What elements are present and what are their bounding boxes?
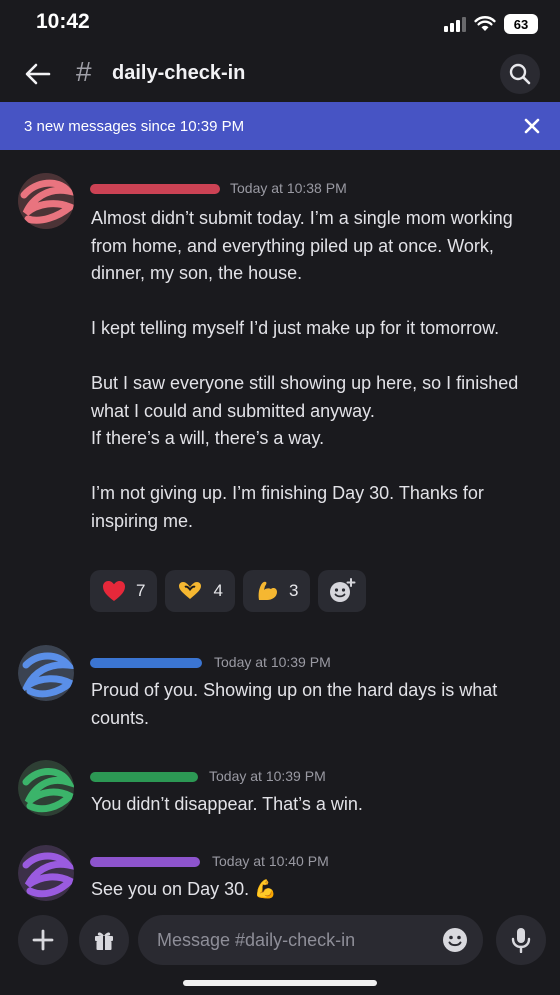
- channel-title[interactable]: daily-check-in: [112, 62, 245, 85]
- avatar[interactable]: [18, 845, 74, 901]
- avatar[interactable]: [18, 645, 74, 701]
- new-messages-text: 3 new messages since 10:39 PM: [24, 118, 245, 135]
- redacted-avatar: [18, 645, 74, 701]
- avatar[interactable]: [18, 760, 74, 816]
- reaction-flexed-biceps[interactable]: 3: [242, 570, 311, 612]
- reaction-count: 7: [136, 581, 146, 600]
- message-input-placeholder: Message #daily-check-in: [157, 930, 356, 950]
- username-redacted[interactable]: [90, 768, 198, 784]
- arrow-left-icon: [25, 63, 51, 85]
- message-item[interactable]: Today at 10:40 PM See you on Day 30. 💪: [0, 845, 560, 905]
- avatar[interactable]: [18, 173, 74, 229]
- username-redacted[interactable]: [90, 853, 200, 869]
- smiley-icon: [443, 928, 467, 952]
- search-icon: [509, 63, 531, 85]
- status-icons: 63: [444, 14, 538, 34]
- battery-icon: 63: [504, 14, 538, 34]
- channel-hash-icon: #: [76, 56, 92, 87]
- message-timestamp: Today at 10:39 PM: [209, 768, 326, 784]
- add-reaction-button[interactable]: [318, 570, 367, 612]
- redacted-avatar: [18, 845, 74, 901]
- voice-message-button[interactable]: [496, 915, 546, 965]
- username-redacted[interactable]: [90, 180, 220, 196]
- cellular-signal-icon: [444, 16, 466, 32]
- home-indicator[interactable]: [183, 980, 377, 986]
- message-item[interactable]: Today at 10:39 PM Proud of you. Showing …: [0, 645, 560, 735]
- message-text: Proud of you. Showing up on the hard day…: [91, 680, 498, 728]
- heart-hands-icon: [179, 582, 202, 599]
- message-item[interactable]: Today at 10:39 PM You didn’t disappear. …: [0, 760, 560, 830]
- add-attachment-button[interactable]: [18, 915, 68, 965]
- message-input[interactable]: Message #daily-check-in: [138, 915, 483, 965]
- reaction-count: 4: [213, 581, 223, 600]
- add-emoji-icon: [330, 578, 356, 602]
- wifi-icon: [474, 16, 496, 31]
- search-button[interactable]: [500, 54, 540, 94]
- close-icon: [524, 118, 540, 134]
- microphone-icon: [511, 928, 531, 953]
- reaction-count: 3: [288, 581, 299, 600]
- message-text: You didn’t disappear. That’s a win.: [91, 794, 363, 814]
- redacted-avatar: [18, 173, 74, 229]
- redacted-avatar: [18, 760, 74, 816]
- flexed-biceps-icon: [258, 581, 277, 600]
- message-text: See you on Day 30. 💪: [91, 879, 277, 899]
- heart-icon: [103, 581, 125, 601]
- back-button[interactable]: [20, 58, 56, 90]
- status-time: 10:42: [36, 10, 90, 33]
- message-item[interactable]: Today at 10:38 PM Almost didn’t submit t…: [0, 170, 560, 610]
- new-messages-banner[interactable]: 3 new messages since 10:39 PM: [0, 102, 560, 150]
- emoji-picker-button[interactable]: [441, 926, 469, 959]
- message-timestamp: Today at 10:40 PM: [212, 853, 329, 869]
- gift-icon: [95, 932, 113, 950]
- plus-icon: [32, 929, 54, 951]
- message-timestamp: Today at 10:39 PM: [214, 654, 331, 670]
- status-bar: 10:42 63: [0, 0, 560, 48]
- channel-header: # daily-check-in: [0, 50, 560, 100]
- gift-button[interactable]: [79, 915, 129, 965]
- reaction-heart-hands[interactable]: 4: [165, 570, 235, 612]
- close-banner-button[interactable]: [520, 114, 544, 138]
- message-text: Almost didn’t submit today. I’m a single…: [91, 208, 519, 531]
- message-timestamp: Today at 10:38 PM: [230, 180, 347, 196]
- reaction-heart[interactable]: 7: [90, 570, 158, 612]
- username-redacted[interactable]: [90, 654, 202, 670]
- reaction-bar: 7 4 3: [90, 570, 367, 612]
